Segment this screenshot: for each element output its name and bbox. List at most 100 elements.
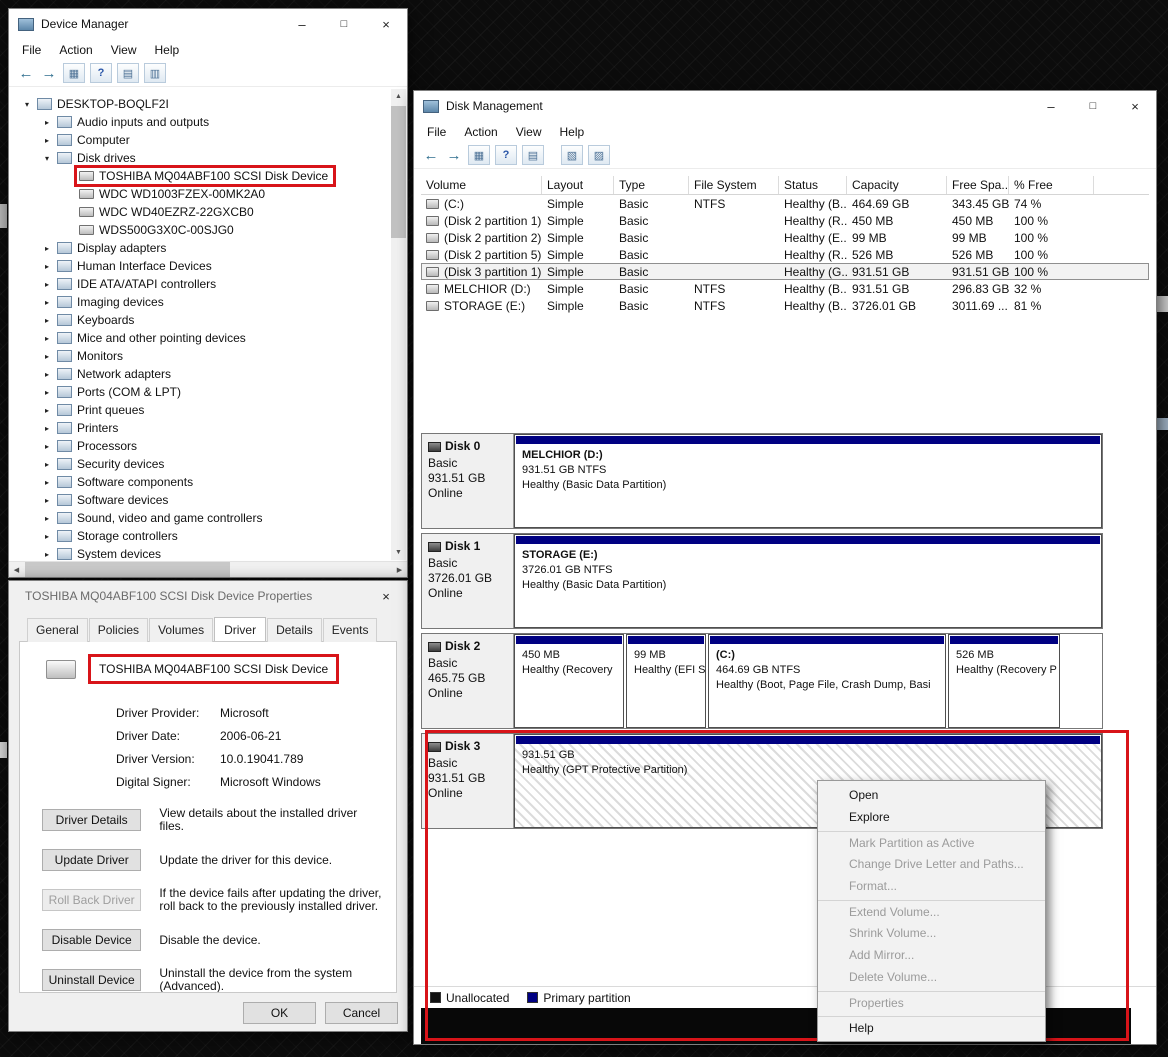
minimize-button[interactable]: – [1030,91,1072,121]
tree-item[interactable]: ▾ Disk drives [9,149,390,167]
menu-item[interactable]: Action [455,125,506,139]
column-header[interactable]: Capacity [847,176,947,194]
tree-item[interactable]: WDC WD1003FZEX-00MK2A0 [9,185,390,203]
context-menu-item[interactable]: Format... [818,875,1045,897]
scroll-right-icon[interactable]: ▶ [392,562,407,577]
disk-3-info[interactable]: Disk 3 Basic 931.51 GB Online [422,734,514,828]
volume-row[interactable]: (C:) Simple Basic NTFS Healthy (B... 464… [421,195,1149,212]
disk-2-info[interactable]: Disk 2 Basic 465.75 GB Online [422,634,514,728]
column-header[interactable]: Free Spa... [947,176,1009,194]
horizontal-scrollbar[interactable]: ◀ ▶ [9,561,407,577]
context-menu-item[interactable]: Delete Volume... [818,966,1045,988]
column-header[interactable]: Layout [542,176,614,194]
scrollbar-thumb[interactable] [25,562,230,577]
context-menu-item[interactable]: Open [818,784,1045,806]
disk-1-info[interactable]: Disk 1 Basic 3726.01 GB Online [422,534,514,628]
volume-row[interactable]: MELCHIOR (D:) Simple Basic NTFS Healthy … [421,280,1149,297]
menu-item[interactable]: View [102,43,146,57]
context-menu-item[interactable]: Mark Partition as Active [818,831,1045,853]
toolbar-icon[interactable]: ▥ [144,63,166,83]
tree-item[interactable]: WDC WD40EZRZ-22GXCB0 [9,203,390,221]
tree-item[interactable]: ▸ Mice and other pointing devices [9,329,390,347]
partition-recovery-450mb[interactable]: 450 MB Healthy (Recovery [514,634,624,728]
close-button[interactable]: × [365,9,407,39]
maximize-button[interactable]: □ [323,9,365,39]
context-menu-item[interactable]: Shrink Volume... [818,922,1045,944]
scroll-left-icon[interactable]: ◀ [9,562,24,577]
toolbar-icon[interactable]: → [445,146,463,164]
toolbar-icon[interactable]: ← [17,64,35,82]
vertical-scrollbar[interactable]: ▲ ▼ [391,89,406,560]
tree-item[interactable]: ▸ Processors [9,437,390,455]
volume-row[interactable]: STORAGE (E:) Simple Basic NTFS Healthy (… [421,297,1149,314]
volume-row[interactable]: (Disk 3 partition 1) Simple Basic Health… [421,263,1149,280]
context-menu-item[interactable]: Change Drive Letter and Paths... [818,853,1045,875]
tree-item[interactable]: ▸ Network adapters [9,365,390,383]
menu-item[interactable]: Help [146,43,189,57]
toolbar-icon[interactable]: ← [422,146,440,164]
toolbar-icon[interactable]: ▧ [561,145,583,165]
cancel-button[interactable]: Cancel [325,1002,398,1024]
tree-item[interactable]: ▸ System devices [9,545,390,560]
dialog-tab[interactable]: Events [322,618,378,642]
tree-item[interactable]: ▸ Computer [9,131,390,149]
tree-item[interactable]: ▸ IDE ATA/ATAPI controllers [9,275,390,293]
toolbar-icon[interactable]: ▤ [117,63,139,83]
tree-item[interactable]: ▾ DESKTOP-BOQLF2I [9,95,390,113]
menu-item[interactable]: Action [50,43,101,57]
maximize-button[interactable]: □ [1072,91,1114,121]
dialog-tab[interactable]: Details [267,618,322,642]
scroll-up-icon[interactable]: ▲ [391,89,406,104]
menu-item[interactable]: Help [551,125,594,139]
partition-c-drive[interactable]: (C:) 464.69 GB NTFS Healthy (Boot, Page … [708,634,946,728]
tree-item[interactable]: ▸ Keyboards [9,311,390,329]
tree-item[interactable]: ▸ Sound, video and game controllers [9,509,390,527]
close-button[interactable]: × [365,581,407,611]
close-button[interactable]: × [1114,91,1156,121]
partition-recovery-526mb[interactable]: 526 MB Healthy (Recovery P [948,634,1060,728]
volume-row[interactable]: (Disk 2 partition 1) Simple Basic Health… [421,212,1149,229]
action-button[interactable]: Roll Back Driver [42,889,142,911]
column-header[interactable]: Volume [421,176,542,194]
tree-item[interactable]: ▸ Printers [9,419,390,437]
tree-item[interactable]: WDS500G3X0C-00SJG0 [9,221,390,239]
context-menu-item[interactable]: Properties [818,991,1045,1013]
scroll-down-icon[interactable]: ▼ [391,545,406,560]
context-menu-item[interactable]: Add Mirror... [818,944,1045,966]
toolbar-icon[interactable]: ▦ [63,63,85,83]
context-menu-item[interactable]: Explore [818,806,1045,828]
tree-item[interactable]: ▸ Software components [9,473,390,491]
menu-item[interactable]: File [13,43,50,57]
ok-button[interactable]: OK [243,1002,316,1024]
dialog-tab[interactable]: Policies [88,618,149,642]
context-menu-item[interactable]: Extend Volume... [818,900,1045,922]
column-header[interactable]: % Free [1009,176,1094,194]
menu-item[interactable]: View [507,125,551,139]
column-header[interactable]: Type [614,176,689,194]
column-header[interactable]: Status [779,176,847,194]
action-button[interactable]: Driver Details [42,809,142,831]
toolbar-icon[interactable]: ? [495,145,517,165]
action-button[interactable]: Disable Device [42,929,142,951]
tree-item[interactable]: ▸ Audio inputs and outputs [9,113,390,131]
tree-item[interactable]: ▸ Ports (COM & LPT) [9,383,390,401]
volume-row[interactable]: (Disk 2 partition 5) Simple Basic Health… [421,246,1149,263]
dialog-tab[interactable]: Volumes [149,618,214,642]
tree-item[interactable]: ▸ Print queues [9,401,390,419]
tree-item[interactable]: ▸ Display adapters [9,239,390,257]
tree-item[interactable]: ▸ Software devices [9,491,390,509]
menu-item[interactable]: File [418,125,455,139]
toolbar-icon[interactable]: ? [90,63,112,83]
partition-melchior[interactable]: MELCHIOR (D:) 931.51 GB NTFS Healthy (Ba… [514,434,1102,528]
volume-row[interactable]: (Disk 2 partition 2) Simple Basic Health… [421,229,1149,246]
tree-item[interactable]: ▸ Imaging devices [9,293,390,311]
partition-efi-99mb[interactable]: 99 MB Healthy (EFI S [626,634,706,728]
toolbar-icon[interactable]: ▤ [522,145,544,165]
context-menu-item[interactable]: Help [818,1016,1045,1038]
column-header[interactable]: File System [689,176,779,194]
tree-item[interactable]: ▸ Security devices [9,455,390,473]
device-manager-titlebar[interactable]: Device Manager – □ × [9,9,407,39]
tree-item[interactable]: ▸ Monitors [9,347,390,365]
tree-item[interactable]: TOSHIBA MQ04ABF100 SCSI Disk Device [9,165,390,187]
tree-item[interactable]: ▸ Storage controllers [9,527,390,545]
